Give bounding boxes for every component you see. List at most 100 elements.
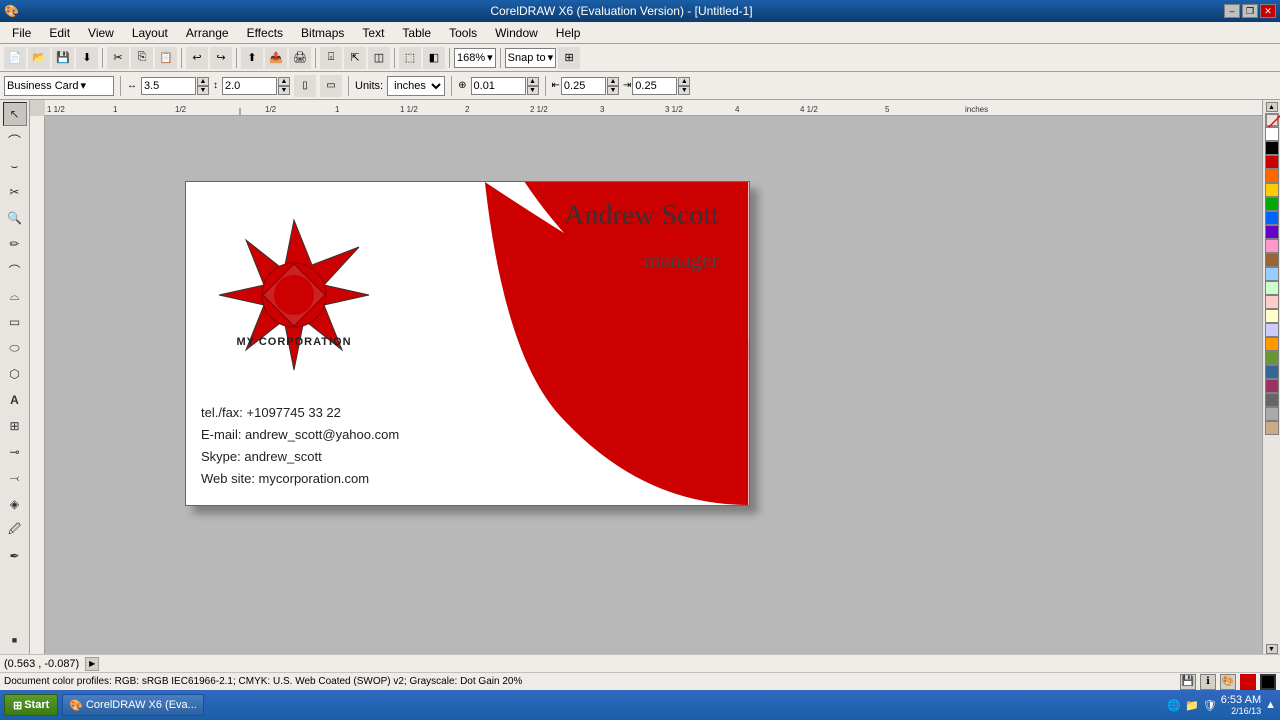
rect-tool[interactable]: ▭ [3, 310, 27, 334]
palette-silver[interactable] [1265, 407, 1279, 421]
menu-bitmaps[interactable]: Bitmaps [293, 24, 352, 42]
start-button[interactable]: ⊞ Start [4, 694, 58, 716]
pick-tool[interactable]: ↖ [3, 102, 27, 126]
menu-layout[interactable]: Layout [124, 24, 176, 42]
menu-help[interactable]: Help [548, 24, 589, 42]
table-tool[interactable]: ⊞ [3, 414, 27, 438]
palette-olive[interactable] [1265, 351, 1279, 365]
nudge-up[interactable]: ▲ [527, 77, 539, 86]
palette-black[interactable] [1265, 141, 1279, 155]
units-select[interactable]: inches [387, 76, 445, 96]
ellipse-tool[interactable]: ⬭ [3, 336, 27, 360]
palette-lightyellow[interactable] [1265, 309, 1279, 323]
paste-button[interactable]: 📋 [155, 47, 177, 69]
palette-gray[interactable] [1265, 393, 1279, 407]
fill-tool[interactable]: ◈ [3, 492, 27, 516]
palette-lightgreen[interactable] [1265, 281, 1279, 295]
save-status[interactable]: 💾 [1180, 674, 1196, 690]
offset-y-spinbox[interactable]: ▲ ▼ [678, 77, 690, 95]
connector-tool[interactable]: ⤙ [3, 466, 27, 490]
explorer-icon[interactable]: 📁 [1185, 699, 1199, 712]
outline-tool[interactable]: ✒ [3, 544, 27, 568]
security-icon[interactable]: 🛡 [1203, 699, 1217, 712]
palette-scroll-down[interactable]: ▼ [1266, 644, 1278, 654]
outline-button[interactable]: ⬚ [399, 47, 421, 69]
preset-dropdown[interactable]: Business Card ▾ [4, 76, 114, 96]
palette-green[interactable] [1265, 197, 1279, 211]
redo-button[interactable]: ↪ [210, 47, 232, 69]
nudge-down[interactable]: ▼ [527, 86, 539, 95]
cut-button[interactable]: ✂ [107, 47, 129, 69]
outline-indicator[interactable] [1260, 674, 1276, 690]
offset-x-up[interactable]: ▲ [607, 77, 619, 86]
smear-tool[interactable]: ⌣ [3, 154, 27, 178]
titlebar-controls[interactable]: – ❐ ✕ [1224, 4, 1276, 18]
palette-magenta[interactable] [1265, 379, 1279, 393]
ie-icon[interactable]: 🌐 [1167, 699, 1181, 712]
color-docker[interactable]: ■ [3, 628, 27, 652]
save-button[interactable]: 💾 [52, 47, 74, 69]
transform-button[interactable]: ⌻ [320, 47, 342, 69]
palette-orange[interactable] [1265, 169, 1279, 183]
palette-navy[interactable] [1265, 365, 1279, 379]
nudge-spinbox[interactable]: ▲ ▼ [527, 77, 539, 95]
dimension-tool[interactable]: ⊸ [3, 440, 27, 464]
import-button[interactable]: ⬇ [76, 47, 98, 69]
palette-scroll-up[interactable]: ▲ [1266, 102, 1278, 112]
palette-lightblue[interactable] [1265, 267, 1279, 281]
color-status[interactable]: 🎨 [1220, 674, 1236, 690]
minimize-button[interactable]: – [1224, 4, 1240, 18]
print-button[interactable]: 🖨 [289, 47, 311, 69]
offset-x-spinbox[interactable]: ▲ ▼ [607, 77, 619, 95]
open-button[interactable]: 📂 [28, 47, 50, 69]
import2-button[interactable]: ⬆ [241, 47, 263, 69]
undo-button[interactable]: ↩ [186, 47, 208, 69]
width-spinbox[interactable]: ▲ ▼ [197, 77, 209, 95]
offset-y-up[interactable]: ▲ [678, 77, 690, 86]
copy-button[interactable]: ⎘ [131, 47, 153, 69]
business-card[interactable]: MY CORPORATION Andrew Scott manager tel.… [185, 181, 750, 506]
palette-yellow[interactable] [1265, 183, 1279, 197]
snap-options[interactable]: ⊞ [558, 47, 580, 69]
nudge-input[interactable]: 0.01 [471, 77, 526, 95]
palette-lightred[interactable] [1265, 295, 1279, 309]
height-up[interactable]: ▲ [278, 77, 290, 86]
new-button[interactable]: 📄 [4, 47, 26, 69]
tray-expand[interactable]: ▲ [1265, 699, 1276, 711]
offset-x-down[interactable]: ▼ [607, 86, 619, 95]
info-status[interactable]: ℹ [1200, 674, 1216, 690]
palette-pink[interactable] [1265, 239, 1279, 253]
height-input[interactable]: 2.0 [222, 77, 277, 95]
menu-file[interactable]: File [4, 24, 39, 42]
menu-window[interactable]: Window [487, 24, 546, 42]
palette-brown[interactable] [1265, 253, 1279, 267]
maximize-button[interactable]: ❐ [1242, 4, 1258, 18]
width-up[interactable]: ▲ [197, 77, 209, 86]
landscape-button[interactable]: ▭ [320, 75, 342, 97]
palette-purple[interactable] [1265, 225, 1279, 239]
export-button[interactable]: 📤 [265, 47, 287, 69]
menu-arrange[interactable]: Arrange [178, 24, 237, 42]
expand-coord[interactable]: ▶ [85, 657, 99, 671]
zoom-tool[interactable]: 🔍 [3, 206, 27, 230]
polygon-tool[interactable]: ⬡ [3, 362, 27, 386]
eyedropper-tool[interactable]: 🖉 [3, 518, 27, 542]
offset-y-input[interactable]: 0.25 [632, 77, 677, 95]
menu-effects[interactable]: Effects [239, 24, 291, 42]
offset-y-down[interactable]: ▼ [678, 86, 690, 95]
scale-button[interactable]: ⇱ [344, 47, 366, 69]
close-button[interactable]: ✕ [1260, 4, 1276, 18]
width-input[interactable]: 3.5 [141, 77, 196, 95]
portrait-button[interactable]: ▯ [294, 75, 316, 97]
palette-blue[interactable] [1265, 211, 1279, 225]
height-spinbox[interactable]: ▲ ▼ [278, 77, 290, 95]
text-tool[interactable]: A [3, 388, 27, 412]
align-button[interactable]: ◫ [368, 47, 390, 69]
menu-view[interactable]: View [80, 24, 122, 42]
menu-edit[interactable]: Edit [41, 24, 78, 42]
palette-tan[interactable] [1265, 421, 1279, 435]
palette-amber[interactable] [1265, 337, 1279, 351]
palette-white[interactable] [1265, 127, 1279, 141]
menu-table[interactable]: Table [394, 24, 439, 42]
smartdraw-tool[interactable]: ⌓ [3, 284, 27, 308]
